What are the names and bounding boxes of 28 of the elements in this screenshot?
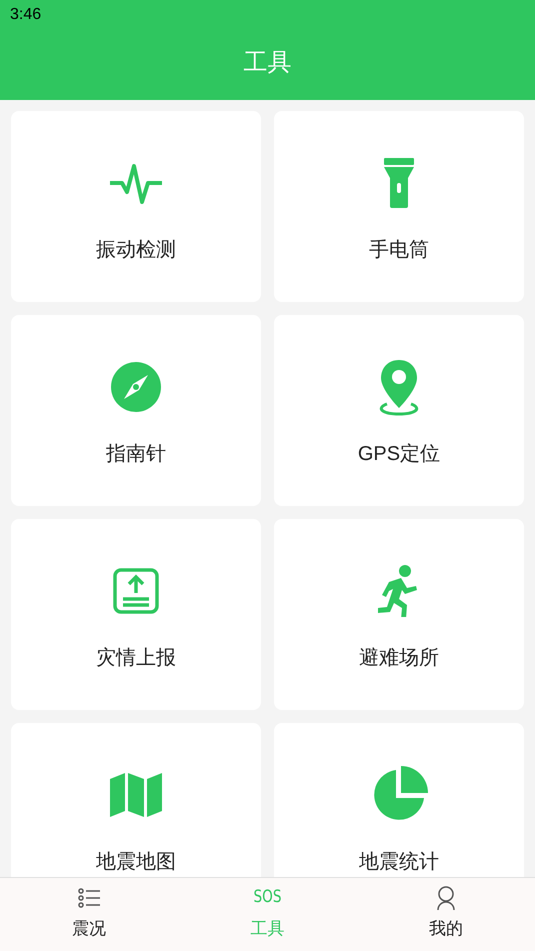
location-pin-icon (377, 358, 421, 416)
tool-card[interactable]: 灾情上报 (11, 519, 261, 710)
tool-label: 振动检测 (96, 238, 176, 262)
list-icon (78, 888, 100, 908)
tool-label: 避难场所 (359, 646, 439, 670)
page-title: 工具 (244, 47, 292, 78)
status-time: 3:46 (10, 5, 42, 25)
tool-label: 灾情上报 (96, 646, 176, 670)
map-icon (110, 772, 162, 816)
tool-card[interactable]: 振动检测 (11, 111, 261, 302)
tool-card[interactable]: 地震统计 (274, 723, 524, 877)
tool-label: 地震地图 (96, 850, 176, 874)
tool-card[interactable]: 手电筒 (274, 111, 524, 302)
tool-label: GPS定位 (358, 442, 440, 466)
tool-card[interactable]: 地震地图 (11, 723, 261, 877)
tool-card[interactable]: 避难场所 (274, 519, 524, 710)
tab[interactable]: 震况 (0, 878, 178, 951)
upload-icon (113, 568, 159, 614)
tool-card[interactable]: GPS定位 (274, 315, 524, 506)
sos-icon: SOS (254, 885, 282, 911)
tool-label: 手电筒 (369, 238, 429, 262)
tool-card[interactable]: 指南针 (11, 315, 261, 506)
flashlight-icon (383, 158, 415, 208)
tool-label: 地震统计 (359, 850, 439, 874)
compass-icon (111, 362, 161, 412)
tab[interactable]: 我的 (356, 878, 535, 951)
tool-label: 指南针 (106, 442, 166, 466)
person-icon (436, 886, 455, 910)
